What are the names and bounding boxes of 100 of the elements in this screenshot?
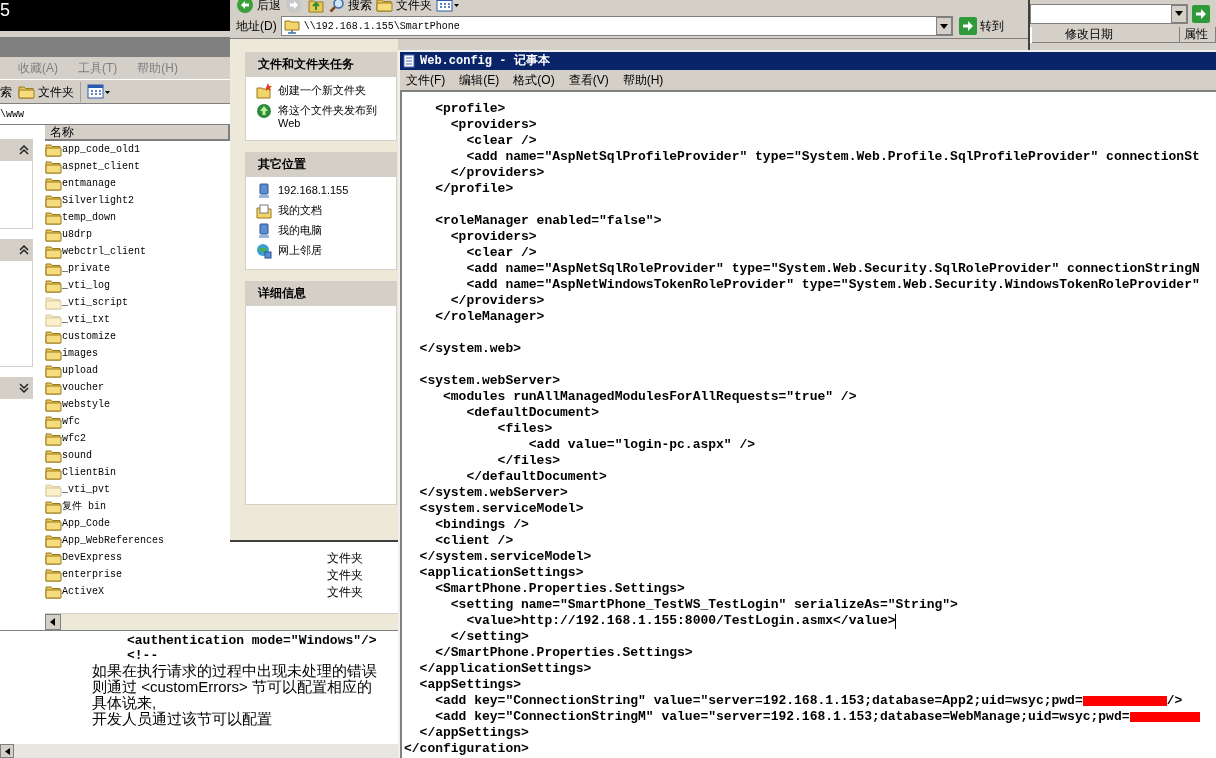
code-line: <authentication mode="Windows"/> [126,633,378,648]
computer-icon [256,223,272,239]
views-icon [87,83,111,100]
network-icon [256,243,272,259]
folder-item[interactable]: sound [45,448,92,463]
column-header[interactable]: 属性 [1180,27,1216,43]
horizontal-scrollbar[interactable] [0,744,400,758]
code-line: <add name="AspNetWindowsTokenRoleProvider" type="System.Web.Security.WindowsTokenRoleProvider" [465,277,1201,293]
collapse-chevron-icon[interactable] [19,145,29,155]
folder-item[interactable]: upload [45,363,98,378]
panel-header[interactable] [0,139,33,161]
text-line: 开发人员通过该节可以配置 [91,711,273,727]
code-line: </roleManager> [434,309,546,325]
task-link[interactable]: 192.168.1.155 [256,183,396,199]
folder-item[interactable]: 复件 bin [45,499,106,514]
folder-item[interactable]: _vti_log [45,278,110,293]
menu-item[interactable]: 格式(O) [513,71,555,89]
horizontal-scrollbar[interactable] [45,613,400,630]
folder-item[interactable]: wfc [45,414,80,429]
code-line: <profile> [434,101,507,117]
code-line: <defaultDocument> [465,405,601,421]
panel-header[interactable] [0,239,33,261]
folders-button[interactable]: 文件夹 [18,81,74,102]
code-line: </setting> [449,629,530,645]
folder-item[interactable]: ClientBin [45,465,116,480]
code-line: <setting name="SmartPhone_TestWS_TestLogin" serializeAs="String"> [449,597,959,613]
code-line: <add name="AspNetSqlRoleProvider" type="System.Web.Security.SqlRoleProvider" connectionStringN [465,261,1201,277]
task-link[interactable]: 我的电脑 [256,223,396,239]
code-line: <roleManager enabled="false"> [434,213,663,229]
folder-item[interactable]: wfc2 [45,431,86,446]
menu-item[interactable]: 编辑(E) [459,71,500,89]
folder-item[interactable]: customize [45,329,116,344]
panel-header[interactable] [0,377,33,399]
code-line: </providers> [449,165,546,181]
code-line: </defaultDocument> [465,469,608,485]
task-link[interactable]: 网上邻居 [256,243,396,259]
code-line: <add value="login-pc.aspx" /> [527,437,757,453]
panel-header[interactable]: 文件和文件夹任务 [245,52,397,76]
panel-header[interactable]: 详细信息 [245,281,397,305]
folder-item[interactable]: webstyle [45,397,110,412]
code-line: <add name="AspNetSqlProfileProvider" type="System.Web.Profile.SqlProfileProvider" connectionSt [465,149,1201,165]
code-line: </applicationSettings> [418,661,593,677]
search-icon [329,0,345,13]
menu-item[interactable]: 查看(V) [568,71,609,89]
task-link[interactable]: 创建一个新文件夹 [256,83,396,99]
folder-item[interactable]: App_Code [45,516,110,531]
back-arrow-icon [236,0,254,14]
views-button[interactable] [436,0,460,14]
folder-item[interactable]: aspnet_client [45,159,140,174]
code-line: <client /> [434,533,515,549]
type-cell-text: 文件夹 [327,566,363,584]
panel-header[interactable]: 其它位置 [245,152,397,176]
task-link[interactable]: 我的文档 [256,203,396,219]
type-cell-text: 文件夹 [327,549,363,567]
folder-item[interactable]: _vti_script [45,295,128,310]
search-button[interactable]: 索 [0,81,12,102]
folder-item[interactable]: app_code_old1 [45,142,140,157]
folder-item[interactable]: voucher [45,380,104,395]
views-button[interactable] [80,81,111,102]
column-header[interactable]: 修改日期 [1032,27,1180,43]
network-folder-icon [283,18,300,34]
code-line: </configuration> [404,741,530,757]
code-line: <SmartPhone.Properties.Settings> [434,581,686,597]
folder-item[interactable]: enterprise [45,567,122,582]
folder-item[interactable]: images [45,346,98,361]
folder-item[interactable]: _vti_txt [45,312,110,327]
up-button[interactable] [307,0,325,14]
address-field[interactable]: \\192.168.1.155\SmartPhone [280,16,953,36]
task-link[interactable]: 将这个文件夹发布到 Web [256,103,396,130]
menu-item[interactable]: 文件(F) [406,71,446,89]
menu-item[interactable]: 帮助(H) [622,71,664,89]
folder-item[interactable]: Silverlight2 [45,193,134,208]
code-line: <add key="ConnectionString" value="server=192.168.1.153;database=App2;uid=wsyc;pwd= /> [434,693,1184,709]
folder-item[interactable]: entmanage [45,176,116,191]
type-cell-text: 文件夹 [327,583,363,601]
new-folder-icon [256,83,272,99]
folder-item[interactable]: temp_down [45,210,116,225]
column-header[interactable]: 名称 [45,125,230,141]
code-line: <bindings /> [434,517,530,533]
folder-item[interactable]: webctrl_client [45,244,146,259]
computer-icon [256,183,272,199]
code-line: </appSettings> [418,725,530,741]
address-field[interactable]: \www [0,103,230,125]
address-field[interactable] [1030,3,1188,24]
code-line: <appSettings> [418,677,523,693]
folder-item[interactable]: App_WebReferences [45,533,165,548]
folder-item[interactable]: _vti_pvt [45,482,110,497]
collapse-chevron-icon[interactable] [19,245,29,255]
go-button[interactable]: 转到 [956,16,1006,36]
notepad-icon [402,54,416,68]
folder-item[interactable]: ActiveX [45,584,104,599]
code-line: <clear /> [465,245,538,261]
code-line: <system.serviceModel> [418,501,585,517]
globe-icon [256,103,272,119]
expand-chevron-icon[interactable] [19,383,29,393]
views-icon [436,0,460,13]
folder-item[interactable]: DevExpress [45,550,122,565]
folder-item[interactable]: u8drp [45,227,92,242]
code-line: <providers> [449,229,538,245]
folder-item[interactable]: _private [45,261,110,276]
